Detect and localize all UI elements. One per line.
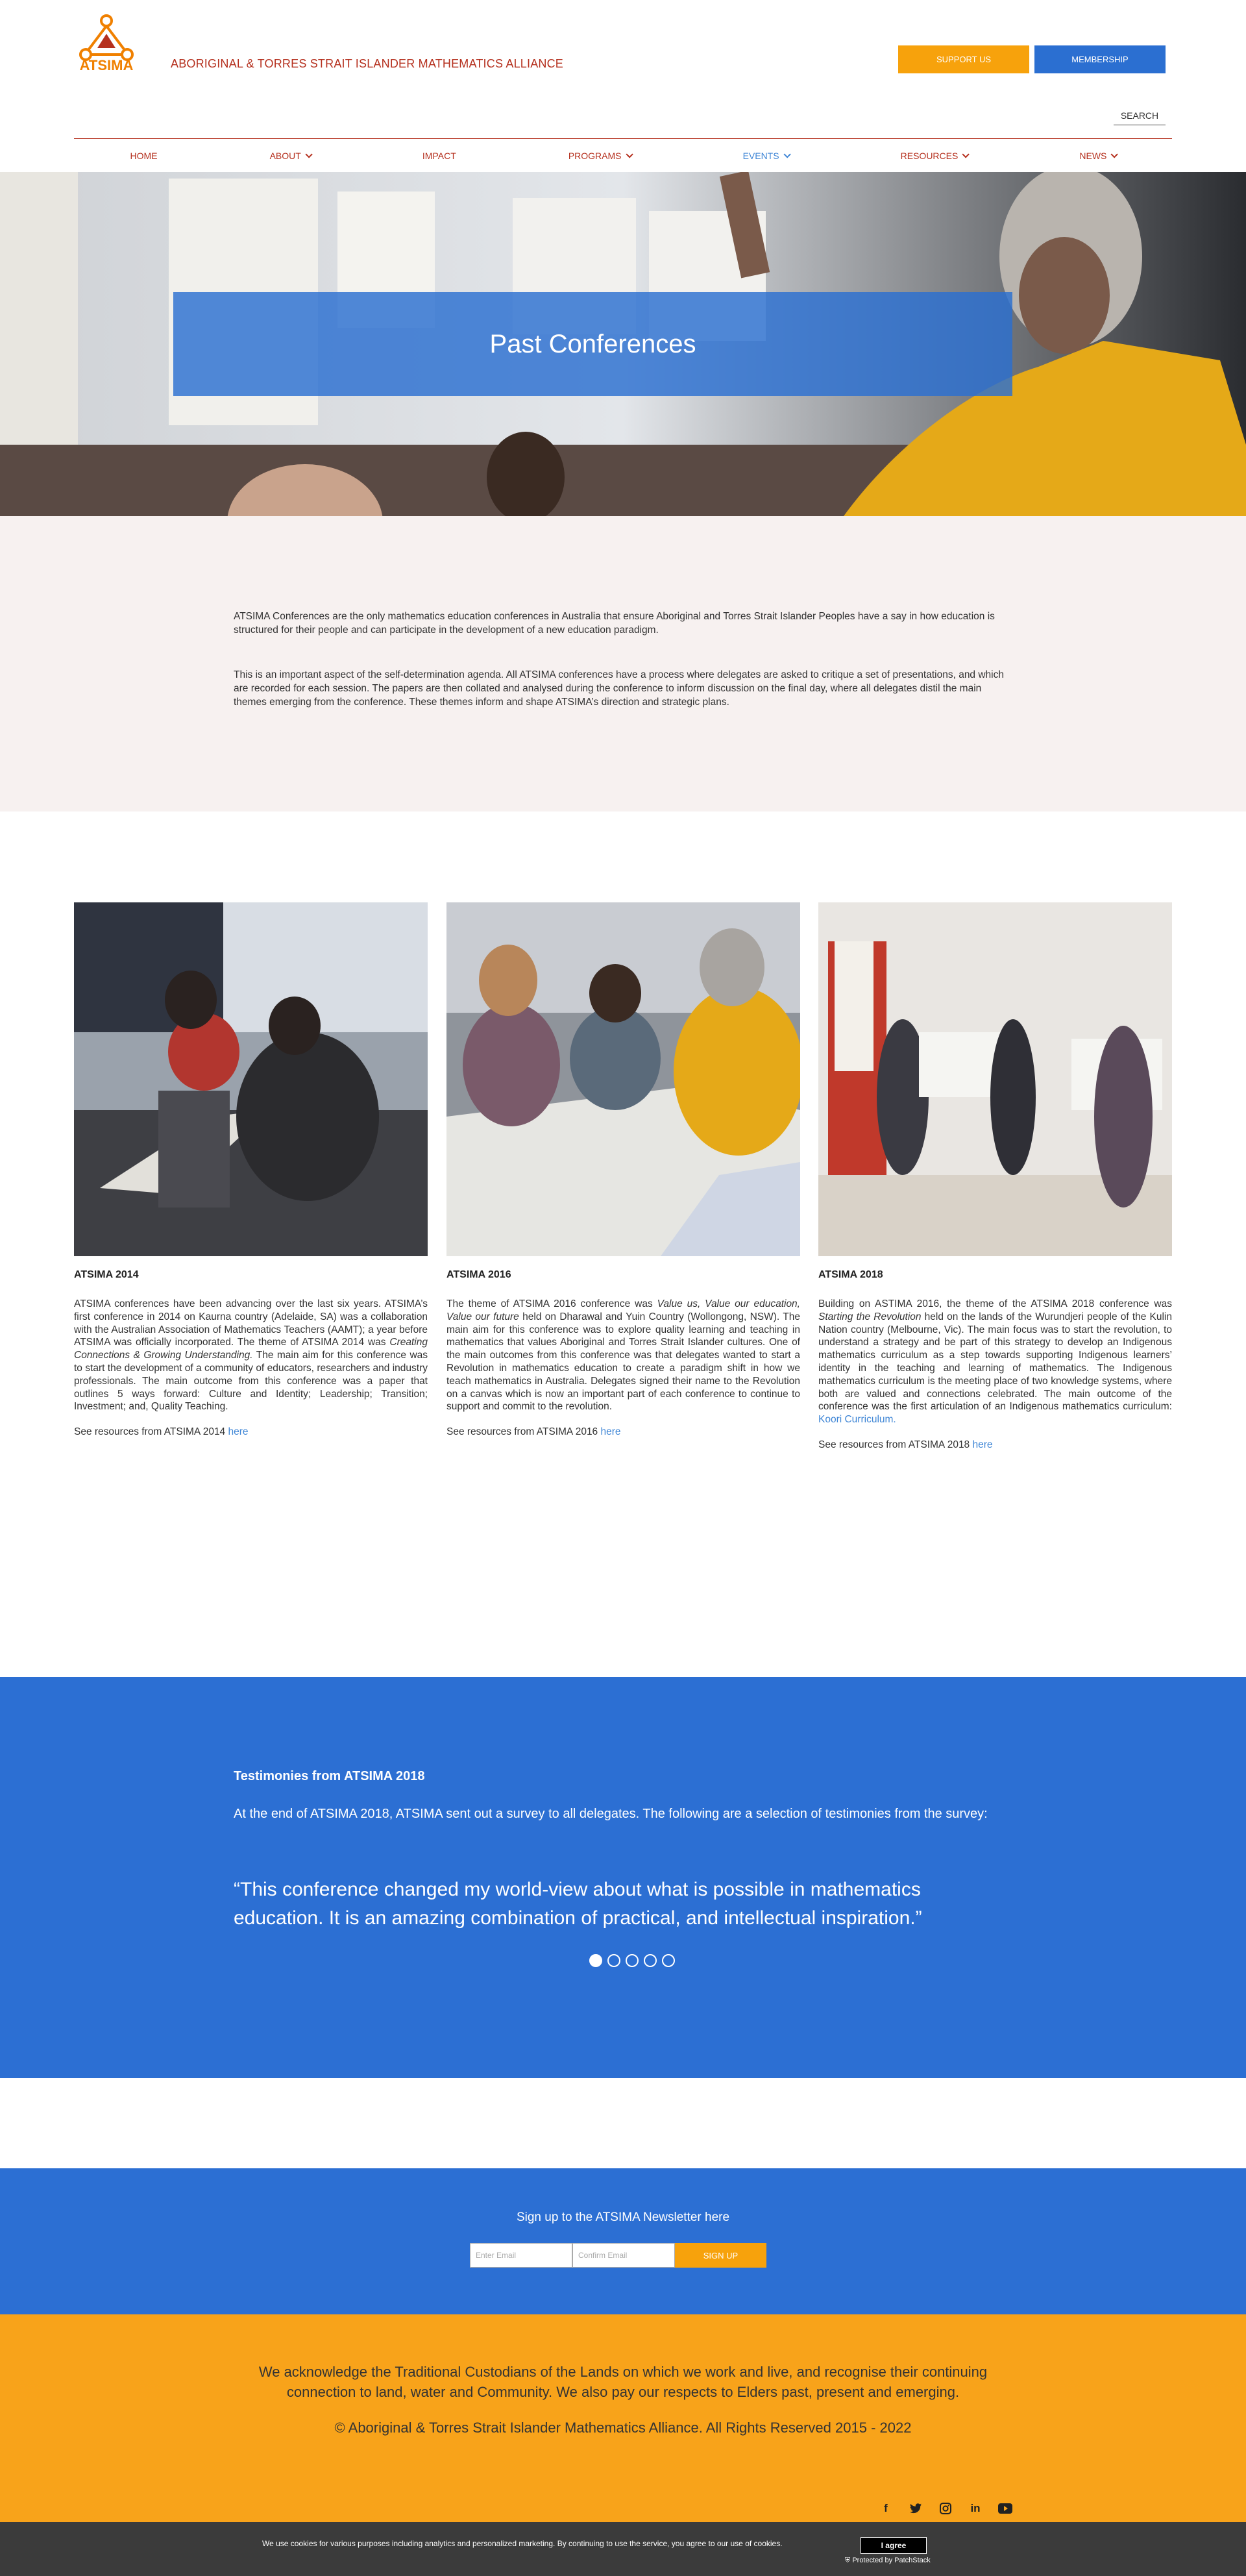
cookie-banner: We use cookies for various purposes incl… bbox=[0, 2522, 1246, 2576]
carousel-dot[interactable] bbox=[644, 1954, 657, 1967]
carousel-dot[interactable] bbox=[589, 1954, 602, 1967]
nav-label: HOME bbox=[130, 151, 158, 161]
resources-line: See resources from ATSIMA 2018 here bbox=[818, 1439, 1172, 1451]
linkedin-icon[interactable]: in bbox=[967, 2500, 984, 2517]
intro-paragraph-2: This is an important aspect of the self-… bbox=[234, 669, 1004, 708]
testimonies-title: Testimonies from ATSIMA 2018 bbox=[234, 1769, 425, 1783]
facebook-icon[interactable]: f bbox=[877, 2500, 894, 2517]
sign-up-button[interactable]: SIGN UP bbox=[675, 2243, 766, 2268]
copyright-text: © Aboriginal & Torres Strait Islander Ma… bbox=[334, 2420, 912, 2436]
resources-label: See resources from ATSIMA 2018 bbox=[818, 1439, 973, 1450]
conference-photo bbox=[74, 902, 428, 1256]
desc-theme: Starting the Revolution bbox=[818, 1311, 922, 1322]
nav-label: RESOURCES bbox=[900, 151, 959, 161]
chevron-down-icon bbox=[962, 151, 970, 158]
testimonial-quote: “This conference changed my world-view a… bbox=[234, 1879, 922, 1929]
desc-text: held on the lands of the Wurundjeri peop… bbox=[818, 1311, 1172, 1413]
nav-item-programs[interactable]: PROGRAMS bbox=[568, 151, 633, 161]
instagram-icon[interactable] bbox=[937, 2500, 954, 2517]
testimonies-intro: At the end of ATSIMA 2018, ATSIMA sent o… bbox=[234, 1807, 988, 1821]
conference-description: The theme of ATSIMA 2016 conference was … bbox=[446, 1298, 800, 1413]
conference-description: ATSIMA conferences have been advancing o… bbox=[74, 1298, 428, 1413]
chevron-down-icon bbox=[1110, 151, 1119, 158]
nav-label: EVENTS bbox=[742, 151, 779, 161]
nav-label: IMPACT bbox=[422, 151, 456, 161]
shield-icon: ⛨ bbox=[845, 2557, 851, 2564]
logo-wordmark: ATSIMA bbox=[79, 57, 134, 73]
resources-link[interactable]: here bbox=[601, 1426, 621, 1437]
nav-item-events[interactable]: EVENTS bbox=[742, 151, 791, 161]
nav-item-resources[interactable]: RESOURCES bbox=[900, 151, 970, 161]
resources-link[interactable]: here bbox=[228, 1426, 249, 1437]
carousel-dot[interactable] bbox=[662, 1954, 675, 1967]
conference-card-2014: ATSIMA 2014 ATSIMA conferences have been… bbox=[74, 902, 428, 1438]
acknowledgement-text: We acknowledge the Traditional Custodian… bbox=[258, 2364, 988, 2400]
cookie-agree-button[interactable]: I agree bbox=[861, 2537, 927, 2554]
resources-label: See resources from ATSIMA 2014 bbox=[74, 1426, 228, 1438]
confirm-email-field[interactable]: Confirm Email bbox=[572, 2243, 675, 2268]
youtube-icon[interactable] bbox=[997, 2500, 1014, 2517]
nav-label: PROGRAMS bbox=[568, 151, 622, 161]
koori-curriculum-link[interactable]: Koori Curriculum. bbox=[818, 1414, 896, 1425]
cookie-text: We use cookies for various purposes incl… bbox=[262, 2539, 783, 2548]
twitter-icon[interactable] bbox=[907, 2500, 924, 2517]
chevron-down-icon bbox=[305, 151, 313, 158]
resources-label: See resources from ATSIMA 2016 bbox=[446, 1426, 601, 1438]
carousel-dots bbox=[589, 1954, 675, 1967]
email-field[interactable]: Enter Email bbox=[470, 2243, 572, 2268]
carousel-dot[interactable] bbox=[607, 1954, 620, 1967]
newsletter-section: Sign up to the ATSIMA Newsletter here En… bbox=[0, 2168, 1246, 2314]
conference-photo bbox=[818, 902, 1172, 1256]
nav-divider bbox=[74, 138, 1172, 139]
resources-link[interactable]: here bbox=[973, 1439, 993, 1450]
chevron-down-icon bbox=[625, 151, 633, 158]
nav-item-about[interactable]: ABOUT bbox=[269, 151, 313, 161]
desc-text: The theme of ATSIMA 2016 conference was bbox=[446, 1298, 657, 1309]
conference-description: Building on ASTIMA 2016, the theme of th… bbox=[818, 1298, 1172, 1426]
conference-card-2016: ATSIMA 2016 The theme of ATSIMA 2016 con… bbox=[446, 902, 800, 1438]
resources-line: See resources from ATSIMA 2016 here bbox=[446, 1426, 800, 1438]
conference-card-2018: ATSIMA 2018 Building on ASTIMA 2016, the… bbox=[818, 902, 1172, 1451]
intro-section: ATSIMA Conferences are the only mathemat… bbox=[0, 516, 1246, 811]
conference-photo bbox=[446, 902, 800, 1256]
resources-line: See resources from ATSIMA 2014 here bbox=[74, 1426, 428, 1438]
conference-title: ATSIMA 2016 bbox=[446, 1269, 511, 1280]
nav-item-home[interactable]: HOME bbox=[130, 151, 158, 161]
carousel-dot[interactable] bbox=[626, 1954, 639, 1967]
conference-title: ATSIMA 2014 bbox=[74, 1269, 139, 1280]
nav-label: NEWS bbox=[1079, 151, 1107, 161]
nav-label: ABOUT bbox=[269, 151, 301, 161]
site-header: ATSIMA ABORIGINAL & TORRES STRAIT ISLAND… bbox=[0, 0, 1246, 172]
conference-title: ATSIMA 2018 bbox=[818, 1269, 883, 1280]
testimonies-section: Testimonies from ATSIMA 2018 At the end … bbox=[0, 1677, 1246, 2078]
patchstack-badge: ⛨ Protected by PatchStack bbox=[845, 2557, 931, 2565]
chevron-down-icon bbox=[783, 151, 791, 158]
support-us-button[interactable]: SUPPORT US bbox=[898, 45, 1029, 73]
page-title: Past Conferences bbox=[489, 329, 696, 358]
nav-item-news[interactable]: NEWS bbox=[1079, 151, 1119, 161]
intro-paragraph-1: ATSIMA Conferences are the only mathemat… bbox=[234, 611, 995, 636]
main-nav: HOME ABOUT IMPACT PROGRAMS EVENTS RESOUR… bbox=[74, 143, 1172, 169]
protected-text: Protected by PatchStack bbox=[852, 2557, 931, 2564]
hero-banner: Past Conferences bbox=[0, 172, 1246, 516]
desc-text: held on Dharawal and Yuin Country (Wollo… bbox=[446, 1311, 801, 1413]
social-links: f in bbox=[877, 2500, 1014, 2517]
membership-button[interactable]: MEMBERSHIP bbox=[1034, 45, 1166, 73]
newsletter-title: Sign up to the ATSIMA Newsletter here bbox=[516, 2211, 730, 2224]
desc-text: ATSIMA conferences have been advancing o… bbox=[74, 1298, 428, 1348]
nav-item-impact[interactable]: IMPACT bbox=[422, 151, 456, 161]
desc-text: Building on ASTIMA 2016, the theme of th… bbox=[818, 1298, 1172, 1309]
search-input[interactable]: SEARCH bbox=[1114, 106, 1166, 125]
org-name[interactable]: ABORIGINAL & TORRES STRAIT ISLANDER MATH… bbox=[171, 57, 563, 71]
hero-title-band: Past Conferences bbox=[173, 292, 1012, 396]
